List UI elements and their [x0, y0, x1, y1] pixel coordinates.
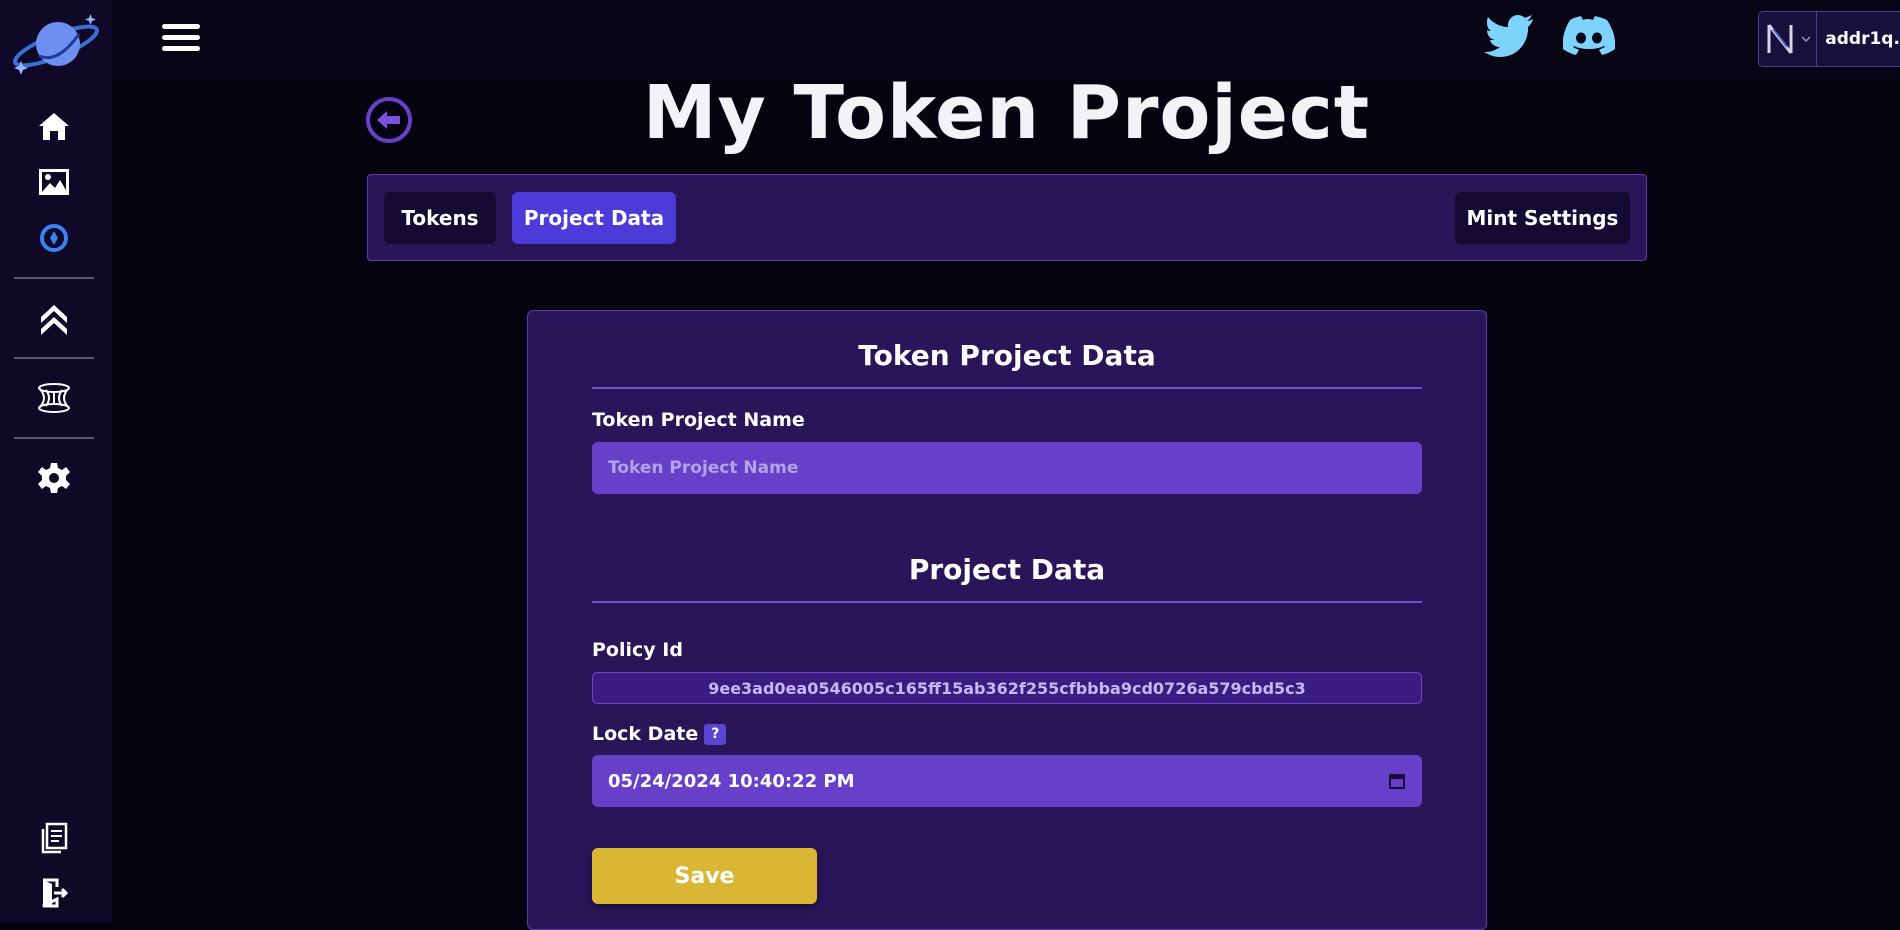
tab-project-data[interactable]: Project Data [512, 192, 676, 244]
wallet-logo [1759, 12, 1818, 66]
help-icon[interactable]: ? [704, 723, 727, 745]
chevrons-up-icon[interactable] [34, 298, 74, 338]
sidebar-divider [14, 437, 94, 439]
tab-tokens[interactable]: Tokens [384, 192, 496, 244]
discord-icon[interactable] [1562, 14, 1616, 62]
section-title-token-project-data: Token Project Data [858, 339, 1156, 372]
lock-date-label: Lock Date? [592, 723, 727, 745]
project-data-card: Token Project Data Token Project Name Pr… [527, 310, 1487, 930]
policy-id-value: 9ee3ad0ea0546005c165ff15ab362f255cfbbba9… [708, 678, 1306, 698]
section-divider [592, 387, 1422, 389]
policy-id-label: Policy Id [592, 639, 683, 661]
planet-logo-icon[interactable] [9, 14, 103, 75]
compass-icon[interactable] [34, 218, 74, 258]
wallet-address: addr1q...whpg [1825, 29, 1900, 49]
page-title: My Token Project [642, 70, 1371, 156]
policy-id-field[interactable]: 9ee3ad0ea0546005c165ff15ab362f255cfbbba9… [592, 672, 1422, 704]
image-icon[interactable] [34, 162, 74, 202]
topbar: addr1q...whpg [112, 0, 1900, 80]
twitter-icon[interactable] [1484, 14, 1536, 62]
lock-date-value: 05/24/2024 10:40:22 PM [608, 770, 855, 792]
documents-icon[interactable] [34, 818, 74, 858]
wallet-button[interactable]: addr1q...whpg [1758, 11, 1900, 67]
token-project-name-label: Token Project Name [592, 409, 805, 431]
wormhole-icon[interactable] [34, 378, 74, 418]
sidebar-divider [14, 357, 94, 359]
wallet-logo-icon [1767, 24, 1793, 54]
sidebar-divider [14, 277, 94, 279]
tab-bar: Tokens Project Data Mint Settings [367, 174, 1647, 261]
menu-icon[interactable] [162, 24, 200, 54]
save-button[interactable]: Save [592, 848, 817, 904]
section-divider [592, 601, 1422, 603]
chevron-down-icon [1801, 36, 1811, 43]
lock-date-label-text: Lock Date [592, 723, 699, 745]
token-project-name-input[interactable] [592, 442, 1422, 494]
gear-icon[interactable] [34, 458, 74, 498]
tab-mint-settings[interactable]: Mint Settings [1455, 192, 1630, 244]
calendar-icon[interactable] [1388, 772, 1406, 790]
section-title-project-data: Project Data [908, 553, 1106, 586]
logout-icon[interactable] [34, 873, 74, 913]
lock-date-input[interactable]: 05/24/2024 10:40:22 PM [592, 755, 1422, 807]
